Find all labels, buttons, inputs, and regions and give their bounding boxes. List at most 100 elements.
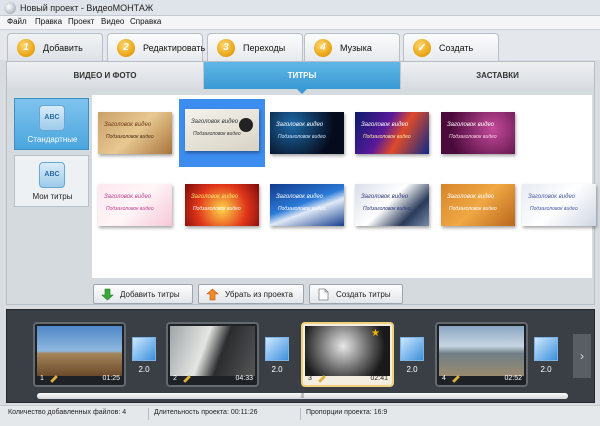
title-line1: Заголовок видео: [361, 122, 409, 128]
category-label: Стандартные: [27, 135, 78, 144]
button-label: Создать титры: [336, 290, 391, 299]
title-line2: Подзаголовок видео: [278, 134, 326, 140]
chevron-right-icon[interactable]: ›: [573, 334, 591, 378]
menu-project[interactable]: Проект: [68, 17, 94, 26]
transition-duration: 2.0: [406, 365, 418, 374]
sub-tabs: ВИДЕО И ФОТО ТИТРЫ ЗАСТАВКИ: [7, 62, 594, 94]
title-template[interactable]: Заголовок видео Подзаголовок видео: [98, 112, 172, 154]
timeline-clip[interactable]: 2 04:33: [166, 322, 259, 387]
files-count: Количество добавленных файлов: 4: [8, 409, 127, 416]
menu-file[interactable]: Файл: [7, 17, 27, 26]
title-line1: Заголовок видео: [276, 122, 324, 128]
title-template[interactable]: Заголовок видео Подзаголовок видео: [441, 112, 515, 154]
category-standard[interactable]: ABC Стандартные: [14, 98, 89, 150]
orange-up-arrow-icon: [206, 288, 219, 301]
transition-slot[interactable]: 2.0: [534, 337, 558, 377]
tab-intros[interactable]: ЗАСТАВКИ: [401, 62, 594, 89]
timeline-clip-selected[interactable]: ★ 3 02:41: [301, 322, 394, 387]
project-duration: Длительность проекта: 00:11:26: [154, 409, 258, 416]
transition-slot[interactable]: 2.0: [400, 337, 424, 377]
clip-thumbnail: [170, 326, 255, 376]
app-icon: [4, 2, 16, 14]
project-aspect-ratio: Пропорции проекта: 16:9: [306, 409, 388, 416]
pencil-icon[interactable]: [318, 375, 326, 383]
title-line2: Подзаголовок видео: [193, 206, 241, 212]
tab-video-photo[interactable]: ВИДЕО И ФОТО: [7, 62, 204, 89]
green-down-arrow-icon: [101, 288, 114, 301]
divider: [148, 408, 149, 420]
timeline-clip[interactable]: 1 01:25: [33, 322, 126, 387]
clip-thumbnail: [439, 326, 524, 376]
title-line1: Заголовок видео: [191, 194, 239, 200]
category-my-titles[interactable]: ABC Мои титры: [14, 155, 89, 207]
menu-help[interactable]: Справка: [130, 17, 161, 26]
clip-number: 2: [173, 375, 177, 382]
step-label: Создать: [439, 43, 474, 53]
menu-bar: Файл Правка Проект Видео Справка: [0, 16, 600, 30]
workflow-steps: 1 Добавить 2 Редактировать 3 Переходы 4 …: [0, 30, 600, 62]
abc-icon: ABC: [39, 105, 65, 131]
title-line1: Заголовок видео: [361, 194, 409, 200]
timeline-scrollbar[interactable]: |||: [37, 393, 568, 399]
transition-slot[interactable]: 2.0: [265, 337, 289, 377]
transition-duration: 2.0: [540, 365, 552, 374]
clip-number: 1: [40, 375, 44, 382]
title-template[interactable]: Заголовок видео Подзаголовок видео: [185, 184, 259, 226]
clip-info-bar: 1 01:25: [35, 373, 124, 385]
step-edit[interactable]: 2 Редактировать: [107, 33, 206, 62]
title-line2: Подзаголовок видео: [106, 134, 154, 140]
step-add[interactable]: 1 Добавить: [7, 33, 103, 62]
star-icon: ★: [371, 328, 380, 339]
title-line1: Заголовок видео: [528, 194, 576, 200]
title-template[interactable]: Заголовок видео Подзаголовок видео: [355, 112, 429, 154]
transition-slot[interactable]: 2.0: [132, 337, 156, 377]
title-line1: Заголовок видео: [191, 119, 239, 125]
main-panel: ВИДЕО И ФОТО ТИТРЫ ЗАСТАВКИ ABC Стандарт…: [6, 61, 596, 305]
title-template[interactable]: Заголовок видео Подзаголовок видео: [98, 184, 172, 226]
menu-video[interactable]: Видео: [101, 17, 124, 26]
step-label: Редактировать: [143, 43, 206, 53]
create-titles-button[interactable]: Создать титры: [309, 284, 403, 304]
document-icon: [318, 288, 329, 301]
menu-edit[interactable]: Правка: [35, 17, 62, 26]
remove-from-project-button[interactable]: Убрать из проекта: [198, 284, 304, 304]
title-line2: Подзаголовок видео: [278, 206, 326, 212]
scrollbar-thumb[interactable]: |||: [37, 393, 568, 399]
step-label: Музыка: [340, 43, 372, 53]
clip-info-bar: 2 04:33: [168, 373, 257, 385]
abc-user-icon: ABC: [39, 162, 65, 188]
step-label: Переходы: [243, 43, 286, 53]
title-bar: Новый проект - ВидеоМОНТАЖ: [0, 0, 600, 16]
status-bar: Количество добавленных файлов: 4 Длитель…: [0, 405, 600, 426]
transition-icon: [400, 337, 424, 361]
title-template[interactable]: Заголовок видео Подзаголовок видео: [270, 112, 344, 154]
title-template[interactable]: Заголовок видео Подзаголовок видео: [441, 184, 515, 226]
pencil-icon[interactable]: [452, 375, 460, 383]
pencil-icon[interactable]: [183, 375, 191, 383]
timeline: 1 01:25 2.0 2 04:33 2.0 ★ 3 02:41 2.0 4 …: [6, 309, 595, 403]
transition-duration: 2.0: [138, 365, 150, 374]
title-line2: Подзаголовок видео: [449, 206, 497, 212]
clip-info-bar: 4 02:52: [437, 373, 526, 385]
transition-icon: [534, 337, 558, 361]
button-label: Добавить титры: [120, 290, 180, 299]
step-transitions[interactable]: 3 Переходы: [207, 33, 303, 62]
step-music[interactable]: 4 Музыка: [304, 33, 400, 62]
add-titles-button[interactable]: Добавить титры: [93, 284, 193, 304]
title-template[interactable]: Заголовок видео Подзаголовок видео: [185, 109, 259, 151]
title-line2: Подзаголовок видео: [106, 206, 154, 212]
title-template[interactable]: Заголовок видео Подзаголовок видео: [355, 184, 429, 226]
title-template[interactable]: Заголовок видео Подзаголовок видео: [270, 184, 344, 226]
step-create[interactable]: ✓ Создать: [403, 33, 499, 62]
pencil-icon[interactable]: [50, 375, 58, 383]
checkmark-icon: ✓: [413, 39, 431, 57]
title-template[interactable]: Заголовок видео Подзаголовок видео: [522, 184, 596, 226]
tab-titles[interactable]: ТИТРЫ: [204, 62, 401, 94]
step-number-badge: 4: [314, 39, 332, 57]
clip-number: 4: [442, 375, 446, 382]
clip-number: 3: [308, 375, 312, 382]
transition-icon: [132, 337, 156, 361]
clip-duration: 02:41: [370, 375, 388, 382]
timeline-clip[interactable]: 4 02:52: [435, 322, 528, 387]
category-label: Мои титры: [32, 192, 73, 201]
